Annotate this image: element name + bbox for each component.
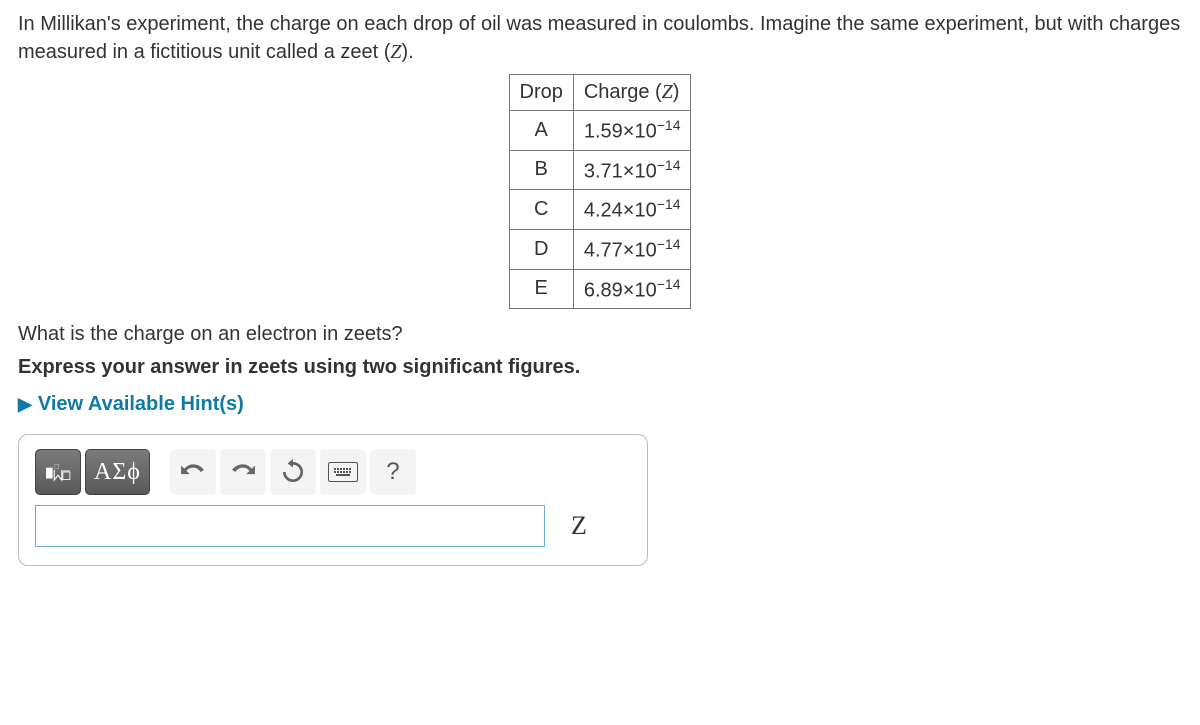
cell-drop: A <box>509 111 573 151</box>
chevron-right-icon: ▶ <box>18 394 32 415</box>
cell-charge: 3.71×10−14 <box>573 150 691 190</box>
redo-icon <box>230 459 256 485</box>
undo-icon <box>180 459 206 485</box>
cell-charge: 1.59×10−14 <box>573 111 691 151</box>
keyboard-button[interactable] <box>320 449 366 495</box>
cell-charge: 4.24×10−14 <box>573 190 691 230</box>
redo-button[interactable] <box>220 449 266 495</box>
math-template-icon: □ <box>45 459 71 485</box>
unit-symbol: Z <box>390 41 401 63</box>
undo-button[interactable] <box>170 449 216 495</box>
greek-symbols-button[interactable]: ΑΣϕ <box>85 449 150 495</box>
data-table: Drop Charge (Z) A 1.59×10−14 B 3.71×10−1… <box>509 74 692 309</box>
answer-panel: □ ΑΣϕ ? <box>18 434 648 566</box>
table-row: D 4.77×10−14 <box>509 229 691 269</box>
answer-input[interactable] <box>35 505 545 547</box>
table-row: B 3.71×10−14 <box>509 150 691 190</box>
answer-instruction: Express your answer in zeets using two s… <box>18 356 1182 379</box>
table-row: E 6.89×10−14 <box>509 269 691 309</box>
answer-unit: Z <box>571 511 587 541</box>
keyboard-icon <box>328 462 358 482</box>
help-label: ? <box>386 458 399 486</box>
sub-question: What is the charge on an electron in zee… <box>18 323 1182 346</box>
svg-text:□: □ <box>55 463 60 471</box>
cell-drop: C <box>509 190 573 230</box>
answer-toolbar: □ ΑΣϕ ? <box>35 449 631 495</box>
table-row: C 4.24×10−14 <box>509 190 691 230</box>
reset-button[interactable] <box>270 449 316 495</box>
cell-charge: 6.89×10−14 <box>573 269 691 309</box>
col-header-drop: Drop <box>509 75 573 111</box>
cell-drop: D <box>509 229 573 269</box>
col-header-charge: Charge (Z) <box>573 75 691 111</box>
problem-intro: In Millikan's experiment, the charge on … <box>18 13 1180 63</box>
cell-drop: B <box>509 150 573 190</box>
problem-statement: In Millikan's experiment, the charge on … <box>18 10 1182 66</box>
help-button[interactable]: ? <box>370 449 416 495</box>
math-template-button[interactable]: □ <box>35 449 81 495</box>
cell-charge: 4.77×10−14 <box>573 229 691 269</box>
hints-label: View Available Hint(s) <box>38 393 244 416</box>
problem-intro-close: ). <box>402 41 414 63</box>
table-row: A 1.59×10−14 <box>509 111 691 151</box>
cell-drop: E <box>509 269 573 309</box>
reset-icon <box>280 459 306 485</box>
greek-label: ΑΣϕ <box>94 459 141 486</box>
view-hints-toggle[interactable]: ▶ View Available Hint(s) <box>18 393 244 416</box>
